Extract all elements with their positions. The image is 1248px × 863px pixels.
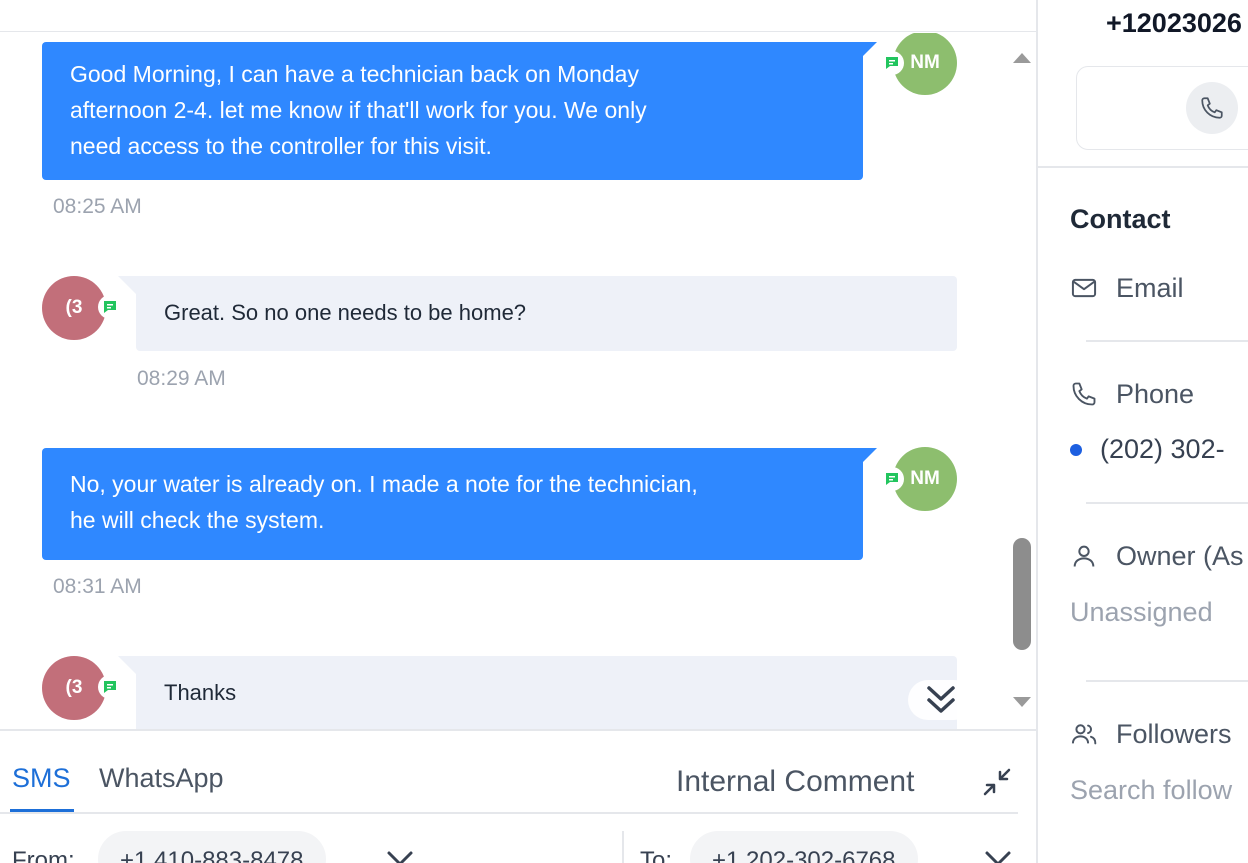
message-text: Thanks [164,680,237,705]
message-line: he will check the system. [70,507,325,533]
owner-label: Owner (As [1116,540,1244,571]
internal-comment-tab[interactable]: Internal Comment [676,765,914,799]
message-bubble-incoming: Thanks [118,656,957,729]
collapse-icon[interactable] [982,767,1012,797]
primary-indicator [1070,443,1082,456]
followers-label: Followers [1116,718,1232,749]
field-separator [622,831,624,863]
message-bubble-incoming: Great. So no one needs to be home? [118,276,957,351]
message-thread[interactable]: Good Morning, I can have a technician ba… [0,33,1036,729]
phone-number-text: (202) 302- [1100,434,1225,464]
user-icon [1073,545,1095,567]
call-button[interactable] [1186,82,1238,134]
mail-icon [1071,278,1097,298]
chevron-down-icon[interactable] [984,849,1012,863]
owner-row[interactable]: Owner (As [1070,539,1244,573]
phone-icon [1201,97,1223,119]
contact-section-title: Contact [1070,204,1171,234]
followers-search-input[interactable]: Search follow [1070,775,1232,806]
tab-sms[interactable]: SMS [12,763,71,794]
conversation-panel: Good Morning, I can have a technician ba… [0,0,1036,863]
to-number-select[interactable]: +1 202-302-6768 [690,831,918,863]
email-row[interactable]: Email [1070,271,1184,305]
owner-value[interactable]: Unassigned [1070,597,1213,628]
message-line: Good Morning, I can have a technician ba… [70,61,639,87]
from-label: From: [12,847,75,863]
sms-badge-icon [98,295,122,319]
scroll-to-bottom-icon[interactable] [908,680,974,720]
message-line: need access to the controller for this v… [70,133,492,159]
message-bubble-outgoing: Good Morning, I can have a technician ba… [42,42,877,180]
contact-details-panel: +12023026 Contact Email Phone (202) 302-… [1036,0,1248,863]
message-line: No, your water is already on. I made a n… [70,471,698,497]
sms-badge-icon [880,51,904,75]
contact-phone-header: +12023026 [1106,8,1242,38]
to-label: To: [640,847,673,863]
from-number-select[interactable]: +1 410-883-8478 [98,831,326,863]
avatar-initials: NM [910,52,940,73]
message-bubble-outgoing: No, your water is already on. I made a n… [42,448,877,560]
tab-whatsapp[interactable]: WhatsApp [99,763,224,794]
avatar-initials: (3 [65,677,83,698]
avatar-initials: NM [910,468,940,489]
scroll-down-arrow[interactable] [1013,697,1031,707]
contact-avatar: (3 [42,656,106,720]
row-divider [1086,340,1248,342]
users-icon [1071,724,1097,745]
message-text: Great. So no one needs to be home? [164,300,527,325]
phone-label: Phone [1116,378,1195,409]
avatar-initials: (3 [65,297,83,318]
message-line: afternoon 2-4. let me know if that'll wo… [70,97,647,123]
row-divider [1086,502,1248,504]
contact-avatar: (3 [42,276,106,340]
scroll-up-arrow[interactable] [1013,53,1031,63]
message-timestamp: 08:31 AM [53,575,142,598]
phone-value[interactable]: (202) 302- [1070,434,1225,465]
message-composer: SMS WhatsApp Internal Comment From: +1 4… [0,729,1036,863]
phone-row[interactable]: Phone [1070,377,1194,411]
row-divider [1086,680,1248,682]
phone-icon [1072,382,1096,406]
scrollbar-thumb[interactable] [1013,538,1031,650]
conversation-header [0,0,1036,32]
panel-divider [1038,166,1248,168]
sms-badge-icon [98,675,122,699]
followers-row: Followers [1070,717,1232,751]
message-timestamp: 08:29 AM [137,367,226,390]
chevron-down-icon[interactable] [386,849,414,863]
sms-badge-icon [880,467,904,491]
message-timestamp: 08:25 AM [53,195,142,218]
email-label: Email [1116,272,1184,303]
tab-divider [0,812,1018,814]
